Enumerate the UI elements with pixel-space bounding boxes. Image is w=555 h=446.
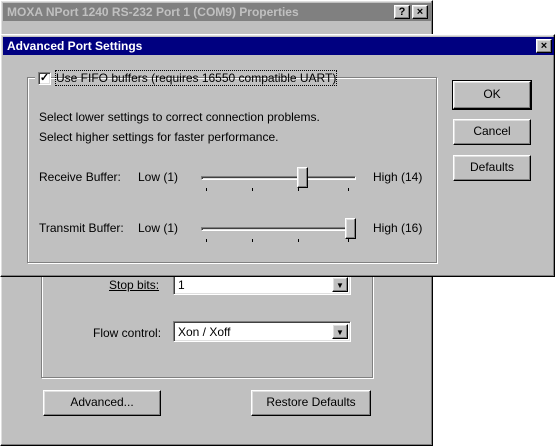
dialog-title: Advanced Port Settings: [7, 39, 143, 53]
stop-bits-select[interactable]: 1 ▼: [173, 274, 351, 295]
use-fifo-label: Use FIFO buffers (requires 16550 compati…: [54, 70, 338, 86]
stop-bits-value: 1: [178, 278, 185, 292]
transmit-low-label: Low (1): [138, 221, 179, 235]
transmit-buffer-slider[interactable]: [201, 214, 356, 246]
info-text-line2: Select higher settings for faster perfor…: [39, 130, 279, 144]
restore-defaults-button[interactable]: Restore Defaults: [251, 390, 371, 416]
use-fifo-option[interactable]: ✓ Use FIFO buffers (requires 16550 compa…: [35, 70, 338, 86]
properties-title: MOXA NPort 1240 RS-232 Port 1 (COM9) Pro…: [7, 5, 299, 19]
receive-buffer-label: Receive Buffer:: [39, 170, 121, 184]
help-icon[interactable]: ?: [394, 5, 410, 19]
cancel-button[interactable]: Cancel: [453, 119, 531, 145]
use-fifo-checkbox[interactable]: ✓: [38, 72, 51, 85]
dropdown-arrow-icon[interactable]: ▼: [332, 277, 348, 292]
tick: [298, 188, 299, 191]
transmit-buffer-label: Transmit Buffer:: [39, 221, 124, 235]
flow-control-select[interactable]: Xon / Xoff ▼: [173, 321, 351, 342]
tick: [252, 239, 253, 242]
receive-slider-track: [201, 176, 356, 180]
info-text-line1: Select lower settings to correct connect…: [39, 110, 320, 124]
tick: [348, 239, 349, 242]
transmit-high-label: High (16): [373, 221, 423, 235]
properties-titlebar[interactable]: MOXA NPort 1240 RS-232 Port 1 (COM9) Pro…: [3, 3, 432, 21]
flow-control-label: Flow control:: [93, 326, 161, 340]
receive-slider-thumb[interactable]: [297, 167, 308, 188]
defaults-button[interactable]: Defaults: [453, 155, 531, 181]
advanced-port-settings-dialog: Advanced Port Settings × ✓ Use FIFO buff…: [0, 34, 555, 277]
receive-buffer-slider[interactable]: [201, 163, 356, 195]
receive-high-label: High (14): [373, 170, 423, 184]
stop-bits-label: Stop bits:: [109, 278, 159, 292]
close-icon[interactable]: ×: [536, 39, 552, 53]
dialog-titlebar[interactable]: Advanced Port Settings ×: [3, 37, 554, 55]
tick: [348, 188, 349, 191]
receive-low-label: Low (1): [138, 170, 179, 184]
transmit-slider-track: [201, 227, 356, 231]
tick: [252, 188, 253, 191]
tick: [206, 239, 207, 242]
dropdown-arrow-icon[interactable]: ▼: [332, 324, 348, 339]
flow-control-label-text: Flow control:: [93, 326, 162, 340]
tick: [206, 188, 207, 191]
advanced-button[interactable]: Advanced...: [43, 390, 161, 416]
close-icon[interactable]: ×: [412, 5, 428, 19]
stop-bits-label-text: Stop bits:: [109, 278, 160, 292]
transmit-slider-thumb[interactable]: [345, 218, 356, 239]
ok-button[interactable]: OK: [452, 80, 532, 110]
tick: [298, 239, 299, 242]
flow-control-value: Xon / Xoff: [178, 325, 231, 339]
